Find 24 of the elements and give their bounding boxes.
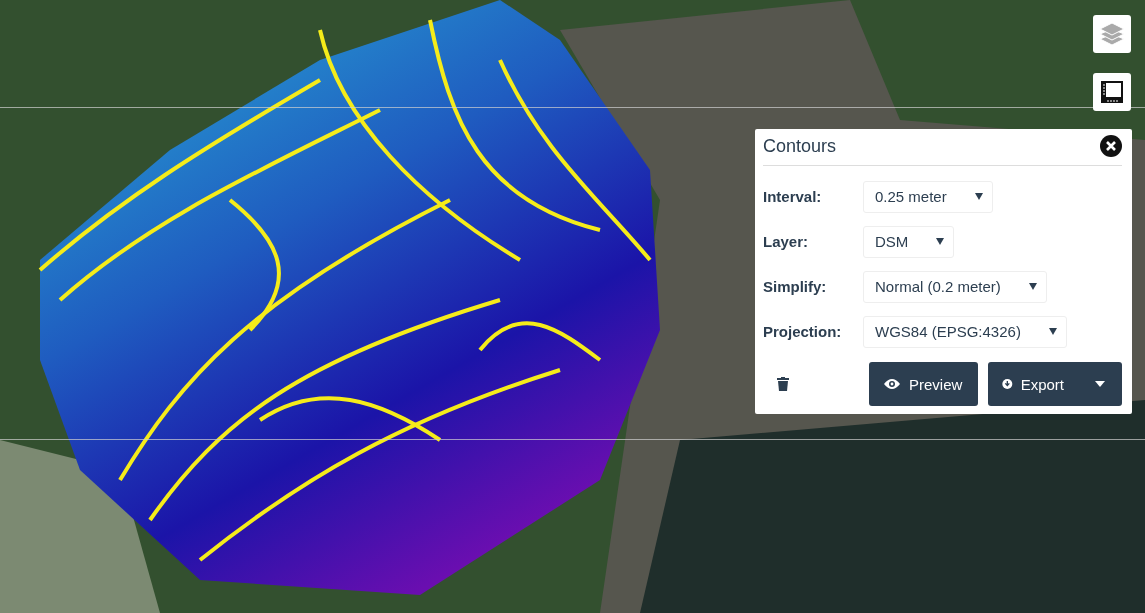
field-label: Interval: — [763, 188, 823, 205]
dropdown[interactable]: DSM — [863, 225, 955, 258]
eye-icon — [883, 378, 901, 390]
caret-icon — [1095, 381, 1105, 387]
dropdown[interactable]: Normal (0.2 meter) — [863, 270, 1047, 303]
ruler-frame-icon — [1100, 80, 1124, 104]
measure-button[interactable] — [1093, 73, 1131, 111]
download-icon — [1002, 376, 1013, 392]
caret-icon — [1048, 328, 1057, 335]
dropdown[interactable]: 0.25 meter — [863, 180, 993, 213]
field-label: Layer: — [763, 233, 810, 250]
close-icon — [1100, 135, 1122, 157]
export-button[interactable]: Export — [988, 362, 1078, 406]
caret-icon — [936, 238, 945, 245]
preview-button[interactable]: Preview — [869, 362, 978, 406]
dropdown[interactable]: WGS84 (EPSG:4326) — [863, 315, 1067, 348]
caret-icon — [974, 193, 983, 200]
layers-icon — [1098, 22, 1126, 46]
panel-title: Contours — [763, 135, 837, 157]
close-button[interactable] — [1100, 135, 1122, 157]
trash-icon[interactable] — [777, 377, 789, 391]
field-label: Simplify: — [763, 278, 828, 295]
caret-icon — [1028, 283, 1037, 290]
field-label: Projection: — [763, 323, 843, 340]
